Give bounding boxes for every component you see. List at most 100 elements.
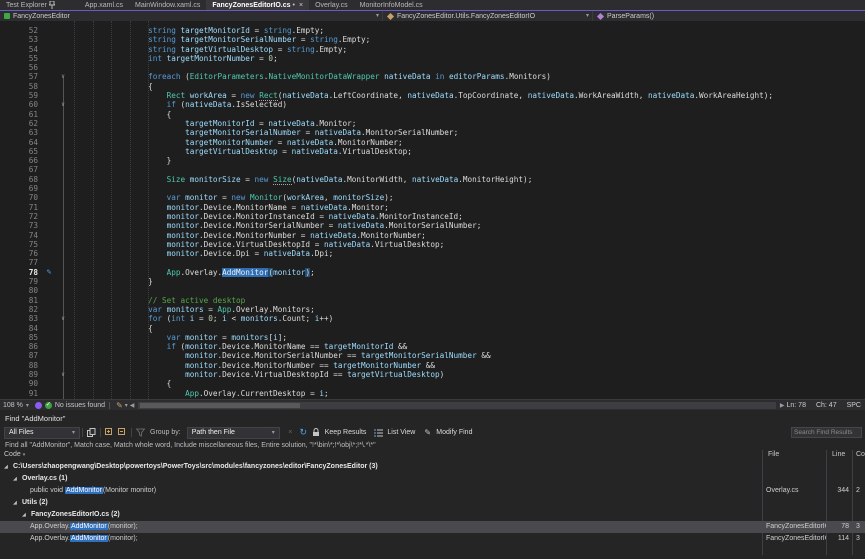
modify-find-label[interactable]: Modify Find — [436, 429, 472, 436]
tab-monitorinfomodel-cs[interactable]: MonitorInfoModel.cs — [354, 0, 429, 10]
code-text: monitor.Device.MonitorSerialNumber == ta… — [68, 351, 491, 360]
outline-margin — [58, 128, 68, 137]
editor-margin — [40, 314, 58, 323]
result-group-row[interactable]: ◢Utils (2) — [0, 497, 865, 509]
chevron-down-icon: ▾ — [66, 429, 75, 436]
editor-margin — [40, 231, 58, 240]
code-text: monitor.Device.Dpi = nativeData.Dpi; — [68, 249, 333, 258]
copy-results-icon[interactable] — [85, 426, 98, 439]
group-label: FancyZonesEditorIO.cs (2) — [31, 509, 120, 521]
code-line-62: 62 targetMonitorId = nativeData.Monitor; — [0, 119, 865, 128]
column-header-file[interactable]: File — [768, 451, 779, 458]
code-text: { — [68, 82, 153, 91]
editor-margin — [40, 119, 58, 128]
result-group-row[interactable]: ◢ C:\Users\zhaopengwang\Desktop\powertoys… — [0, 461, 865, 473]
code-line-52: 52 string targetMonitorId = string.Empty… — [0, 26, 865, 35]
line-number: 54 — [0, 45, 40, 54]
outline-margin — [58, 351, 68, 360]
results-rows: ◢C:\Users\zhaopengwang\Desktop\powertoys… — [0, 461, 865, 545]
line-indicator: Ln: 78 — [787, 402, 806, 409]
code-text: var monitor = new Monitor(workArea, moni… — [68, 193, 393, 202]
code-text: if (nativeData.IsSelected) — [68, 100, 287, 109]
modify-find-pencil-icon[interactable]: ✎ — [421, 426, 434, 439]
scrollbar-thumb[interactable] — [140, 403, 300, 408]
column-header-code[interactable]: Code ▾ — [4, 451, 25, 458]
outline-margin — [58, 379, 68, 388]
expand-arrow-icon[interactable]: ◢ — [22, 509, 26, 521]
expand-all-icon[interactable] — [103, 426, 116, 439]
project-dropdown[interactable]: FancyZonesEditor ▾ — [0, 11, 383, 21]
outline-margin — [58, 165, 68, 174]
code-editor[interactable]: 52 string targetMonitorId = string.Empty… — [0, 21, 865, 399]
editor-margin — [40, 361, 58, 370]
lock-icon[interactable] — [310, 426, 323, 439]
code-text — [68, 184, 74, 193]
horizontal-scrollbar[interactable] — [138, 402, 775, 409]
collapse-chevron-icon[interactable]: ∨ — [58, 100, 68, 109]
code-text: { — [68, 324, 153, 333]
type-dropdown[interactable]: FancyZonesEditor.Utils.FancyZonesEditorI… — [383, 11, 593, 21]
zoom-dropdown[interactable]: 108 % ▾ — [0, 402, 32, 409]
outline-margin — [58, 333, 68, 342]
expand-arrow-icon[interactable]: ◢ — [13, 497, 17, 509]
code-cleanup-icon[interactable]: ✎ — [116, 401, 123, 410]
search-placeholder: Search Find Results — [794, 429, 853, 436]
close-tab-icon[interactable]: × — [299, 2, 303, 9]
line-number: 60 — [0, 100, 40, 109]
editor-margin — [40, 389, 58, 398]
code-text: targetMonitorId = nativeData.Monitor; — [68, 119, 356, 128]
refresh-icon[interactable]: ↻ — [297, 426, 310, 439]
result-row[interactable]: public void AddMonitor(Monitor monitor)O… — [0, 485, 865, 497]
expand-arrow-icon[interactable]: ◢ — [13, 473, 17, 485]
outline-margin — [58, 268, 68, 277]
tab-fancyzoneseditorio-cs[interactable]: FancyZonesEditorIO.cs•× — [206, 0, 309, 10]
list-view-label[interactable]: List View — [387, 429, 415, 436]
issues-status[interactable]: No issues found — [55, 402, 105, 409]
encoding-indicator[interactable]: SPC — [847, 402, 861, 409]
editor-margin — [40, 333, 58, 342]
tab-overlay-cs[interactable]: Overlay.cs — [309, 0, 354, 10]
tab-label: Overlay.cs — [315, 2, 348, 9]
keep-results-label[interactable]: Keep Results — [325, 429, 367, 436]
collapse-chevron-icon[interactable]: ∨ — [58, 314, 68, 323]
pin-icon[interactable] — [49, 1, 55, 9]
tab-test-explorer[interactable]: Test Explorer — [0, 0, 61, 10]
editor-margin — [40, 175, 58, 184]
code-text: // Set active desktop — [68, 296, 245, 305]
list-view-icon[interactable] — [372, 426, 385, 439]
collapse-chevron-icon[interactable]: ∨ — [58, 370, 68, 379]
outline-margin — [58, 26, 68, 35]
class-icon — [387, 12, 394, 19]
scroll-right-icon[interactable]: ▶ — [778, 402, 787, 409]
editor-margin — [40, 63, 58, 72]
scope-dropdown[interactable]: All Files ▾ — [4, 427, 80, 439]
result-group-row[interactable]: ◢ FancyZonesEditorIO.cs (2) — [0, 509, 865, 521]
group-by-dropdown[interactable]: Path then File ▾ — [187, 427, 280, 439]
editor-margin — [40, 156, 58, 165]
outline-margin — [58, 277, 68, 286]
editor-margin — [40, 138, 58, 147]
result-group-row[interactable]: ◢ Overlay.cs (1) — [0, 473, 865, 485]
visual-studio-window: Test Explorer App.xaml.csMainWindow.xaml.… — [0, 0, 865, 559]
code-line-57: 57∨ foreach (EditorParameters.NativeMoni… — [0, 72, 865, 81]
group-label: Overlay.cs (1) — [22, 473, 67, 485]
column-header-line[interactable]: Line — [832, 451, 845, 458]
result-row[interactable]: App.Overlay.AddMonitor(monitor);FancyZon… — [0, 521, 865, 533]
result-row[interactable]: App.Overlay.AddMonitor(monitor);FancyZon… — [0, 533, 865, 545]
column-header-col[interactable]: Col — [856, 451, 865, 458]
divider — [109, 402, 110, 409]
line-number: 88 — [0, 361, 40, 370]
search-find-results-input[interactable]: Search Find Results — [791, 427, 862, 438]
line-number: 74 — [0, 231, 40, 240]
expand-arrow-icon[interactable]: ◢ — [4, 461, 8, 473]
line-number: 55 — [0, 54, 40, 63]
code-health-icon[interactable] — [35, 402, 42, 409]
collapse-all-icon[interactable] — [116, 426, 129, 439]
scroll-left-icon[interactable]: ◀ — [128, 402, 137, 409]
tab-app-xaml-cs[interactable]: App.xaml.cs — [79, 0, 129, 10]
line-number: 56 — [0, 63, 40, 72]
member-dropdown[interactable]: ParseParams() — [593, 11, 865, 21]
tab-mainwindow-xaml-cs[interactable]: MainWindow.xaml.cs — [129, 0, 206, 10]
group-label: C:\Users\zhaopengwang\Desktop\powertoys\… — [13, 461, 378, 473]
collapse-chevron-icon[interactable]: ∨ — [58, 72, 68, 81]
